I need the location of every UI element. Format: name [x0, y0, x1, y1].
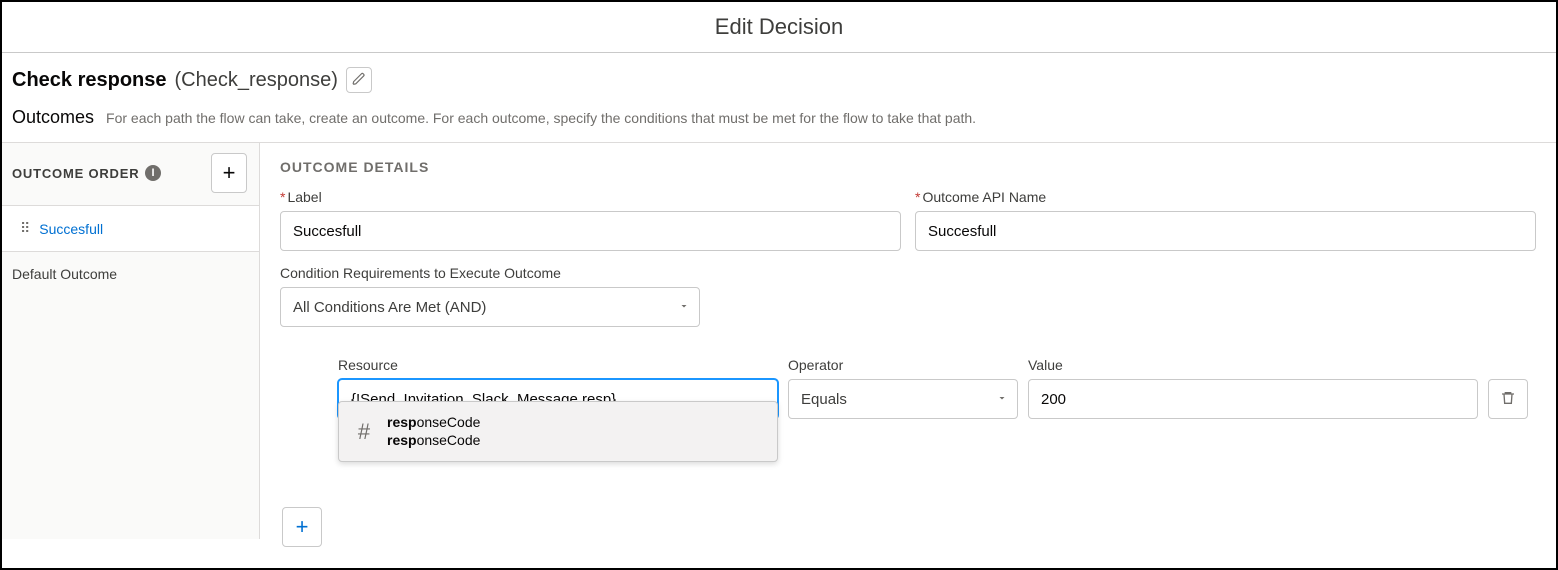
edit-decision-dialog: Edit Decision Check response (Check_resp…: [0, 0, 1558, 570]
typeahead-secondary: responseCode: [387, 432, 480, 450]
condition-req-value: All Conditions Are Met (AND): [293, 299, 486, 316]
typeahead-item[interactable]: # responseCode responseCode: [339, 408, 777, 455]
label-field: *Label: [280, 189, 901, 251]
resource-field: Resource # responseCode responseCode: [338, 357, 778, 419]
operator-field: Operator Equals: [788, 357, 1018, 419]
operator-value: Equals: [801, 391, 847, 408]
decision-api-name: (Check_response): [175, 69, 338, 92]
operator-select[interactable]: Equals: [788, 379, 1018, 419]
sidebar-heading-label: OUTCOME ORDER: [12, 166, 139, 181]
resource-label: Resource: [338, 357, 778, 373]
condition-req-label: Condition Requirements to Execute Outcom…: [280, 265, 700, 281]
number-icon: #: [353, 419, 375, 445]
trash-icon: [1500, 390, 1516, 409]
label-input[interactable]: [280, 211, 901, 251]
label-field-label: *Label: [280, 189, 901, 205]
outcomes-heading: Outcomes: [12, 107, 94, 128]
pencil-icon: [352, 72, 366, 89]
condition-req-field: Condition Requirements to Execute Outcom…: [280, 265, 700, 327]
api-name-field: *Outcome API Name: [915, 189, 1536, 251]
resource-typeahead: # responseCode responseCode: [338, 401, 778, 462]
sidebar-header: OUTCOME ORDER i +: [2, 143, 259, 205]
outcome-sidebar: OUTCOME ORDER i + ⠿ Succesfull Default O…: [2, 143, 260, 539]
api-name-input[interactable]: [915, 211, 1536, 251]
chevron-down-icon: [996, 391, 1008, 407]
add-outcome-button[interactable]: +: [211, 153, 247, 193]
default-outcome-label: Default Outcome: [12, 266, 117, 282]
decision-header: Check response (Check_response): [2, 53, 1556, 99]
dialog-title: Edit Decision: [2, 2, 1556, 53]
add-condition-button[interactable]: +: [282, 507, 322, 547]
decision-label: Check response: [12, 69, 167, 92]
delete-condition-button[interactable]: [1488, 379, 1528, 419]
typeahead-primary: responseCode: [387, 414, 480, 432]
condition-req-select[interactable]: All Conditions Are Met (AND): [280, 287, 700, 327]
chevron-down-icon: [678, 299, 690, 315]
operator-label: Operator: [788, 357, 1018, 373]
outcomes-help-text: For each path the flow can take, create …: [106, 110, 976, 126]
outcome-details-heading: OUTCOME DETAILS: [280, 159, 1536, 175]
value-label: Value: [1028, 357, 1478, 373]
value-input[interactable]: [1028, 379, 1478, 419]
outcomes-description: Outcomes For each path the flow can take…: [2, 99, 1556, 143]
sidebar-item-label: Succesfull: [39, 221, 103, 237]
edit-label-button[interactable]: [346, 67, 372, 93]
drag-handle-icon[interactable]: ⠿: [20, 220, 29, 237]
body: OUTCOME ORDER i + ⠿ Succesfull Default O…: [2, 143, 1556, 539]
sidebar-item-outcome[interactable]: ⠿ Succesfull: [2, 205, 259, 252]
outcome-details-panel: OUTCOME DETAILS *Label *Outcome API Name…: [260, 143, 1556, 539]
info-icon[interactable]: i: [145, 165, 161, 181]
condition-row: Resource # responseCode responseCode: [280, 357, 1536, 419]
api-name-field-label: *Outcome API Name: [915, 189, 1536, 205]
value-field: Value: [1028, 357, 1478, 419]
sidebar-item-default-outcome[interactable]: Default Outcome: [2, 252, 259, 296]
